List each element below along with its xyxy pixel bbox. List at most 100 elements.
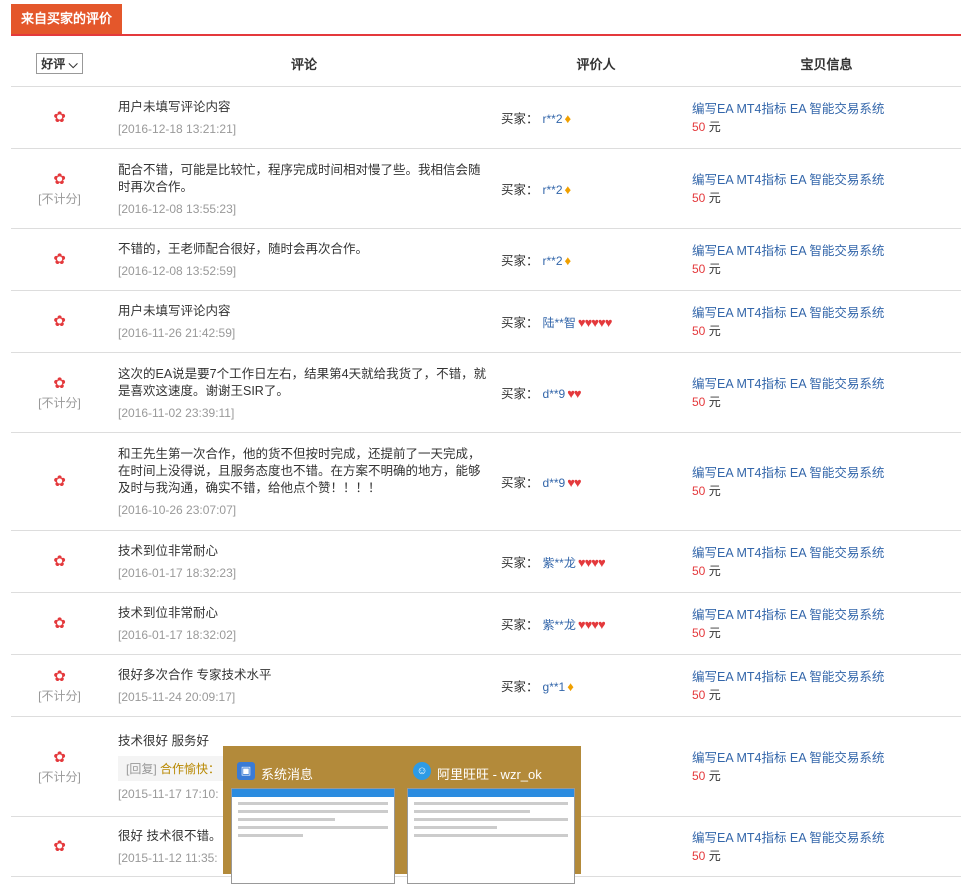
table-row: ✿ 用户未填写评论内容 [2016-11-26 21:42:59] 买家： 陆**智 ♥♥… xyxy=(11,290,961,353)
item-title-link[interactable]: 编写EA MT4指标 EA 智能交易系统 xyxy=(692,100,960,118)
item-title-link[interactable]: 编写EA MT4指标 EA 智能交易系统 xyxy=(692,606,960,624)
buyer-prefix: 买家： xyxy=(501,618,539,632)
item-title-link[interactable]: 编写EA MT4指标 EA 智能交易系统 xyxy=(692,464,960,482)
buyer-prefix: 买家： xyxy=(501,476,539,490)
comment-cell: 不错的，王老师配合很好，随时会再次合作。 [2016-12-08 13:52:59… xyxy=(108,228,500,291)
not-counted-label: [不计分] xyxy=(38,769,81,784)
item-cell: 编写EA MT4指标 EA 智能交易系统 50 元 xyxy=(692,148,961,229)
table-row: ✿ [不计分] 很好多次合作 专家技术水平 [2015-11-24 20:09:17]… xyxy=(11,654,961,717)
item-title-link[interactable]: 编写EA MT4指标 EA 智能交易系统 xyxy=(692,829,960,847)
table-row: ✿ 和王先生第一次合作，他的货不但按时完成，还提前了一天完成，在时间上没得说，且服… xyxy=(11,432,961,531)
buyer-name-link[interactable]: 陆**智 xyxy=(543,316,576,330)
rating-cell: ✿ [不计分] xyxy=(11,654,108,717)
not-counted-label: [不计分] xyxy=(38,688,81,703)
item-title-link[interactable]: 编写EA MT4指标 EA 智能交易系统 xyxy=(692,171,960,189)
item-title-link[interactable]: 编写EA MT4指标 EA 智能交易系统 xyxy=(692,544,960,562)
price-unit: 元 xyxy=(708,262,721,276)
not-counted-label: [不计分] xyxy=(38,191,81,206)
buyer-name-link[interactable]: 紫**龙 xyxy=(543,556,576,570)
item-title-link[interactable]: 编写EA MT4指标 EA 智能交易系统 xyxy=(692,375,960,393)
item-cell: 编写EA MT4指标 EA 智能交易系统 50 元 xyxy=(692,716,961,817)
item-price: 50 xyxy=(692,769,706,783)
buyer-name-link[interactable]: 紫**龙 xyxy=(543,618,576,632)
rating-cell: ✿ xyxy=(11,228,108,291)
item-price: 50 xyxy=(692,484,706,498)
item-cell: 编写EA MT4指标 EA 智能交易系统 50 元 xyxy=(692,352,961,433)
buyer-name-link[interactable]: g**1 xyxy=(543,680,566,694)
rating-filter-select[interactable]: 好评 ⌵ xyxy=(36,52,83,74)
diamond-rank-icon: ♦ xyxy=(567,679,574,694)
reviews-tab-bar: 来自买家的评价 xyxy=(11,0,961,36)
item-title-link[interactable]: 编写EA MT4指标 EA 智能交易系统 xyxy=(692,242,960,260)
rating-cell: ✿ xyxy=(11,86,108,149)
rating-cell: ✿ xyxy=(11,592,108,655)
buyer-name-link[interactable]: d**9 xyxy=(543,476,566,490)
comment-date: [2016-01-17 18:32:02] xyxy=(118,628,237,642)
diamond-rank-icon: ♦ xyxy=(564,182,572,197)
system-message-preview[interactable]: ▣ 系统消息 xyxy=(229,754,399,884)
reviewer-cell: 买家： r**2 ♦ xyxy=(500,228,692,291)
item-cell: 编写EA MT4指标 EA 智能交易系统 50 元 xyxy=(692,290,961,353)
item-price: 50 xyxy=(692,849,706,863)
rating-cell: ✿ xyxy=(11,290,108,353)
buyer-name-link[interactable]: r**2 xyxy=(543,183,563,197)
reviewer-cell: 买家： 陆**智 ♥♥♥♥♥ xyxy=(500,290,692,353)
item-title-link[interactable]: 编写EA MT4指标 EA 智能交易系统 xyxy=(692,668,960,686)
reviewer-cell: 买家： r**2 ♦ xyxy=(500,148,692,229)
comment-cell: 技术到位非常耐心 [2016-01-17 18:32:23] xyxy=(108,530,500,593)
rating-cell: ✿ [不计分] xyxy=(11,148,108,229)
comment-cell: 用户未填写评论内容 [2016-11-26 21:42:59] xyxy=(108,290,500,353)
price-unit: 元 xyxy=(708,688,721,702)
comment-text: 不错的，王老师配合很好，随时会再次合作。 xyxy=(118,242,369,256)
item-info-column-header: 宝贝信息 xyxy=(692,40,961,87)
buyer-prefix: 买家： xyxy=(501,112,539,126)
table-row: ✿ 不错的，王老师配合很好，随时会再次合作。 [2016-12-08 13:52:5… xyxy=(11,228,961,291)
item-cell: 编写EA MT4指标 EA 智能交易系统 50 元 xyxy=(692,86,961,149)
flower-icon: ✿ xyxy=(53,251,66,268)
buyer-name-link[interactable]: r**2 xyxy=(543,254,563,268)
table-row: ✿ [不计分] 这次的EA说是要7个工作日左右，结果第4天就给我货了，不错，就是喜欢… xyxy=(11,352,961,433)
heart-rank-icon: ♥♥♥♥ xyxy=(577,617,606,632)
taskbar-preview-popup[interactable]: ▣ 系统消息 ☺ 阿里旺旺 - wzr_ok xyxy=(223,746,581,884)
comment-cell: 配合不错，可能是比较忙，程序完成时间相对慢了些。我相信会随时再次合作。 [2016… xyxy=(108,148,500,229)
price-unit: 元 xyxy=(708,626,721,640)
aliwangwang-title: 阿里旺旺 - wzr_ok xyxy=(437,767,542,782)
reviewer-cell: 买家： d**9 ♥♥ xyxy=(500,352,692,433)
filter-column: 好评 ⌵ xyxy=(11,40,108,87)
reviewer-column-header: 评价人 xyxy=(500,40,692,87)
item-title-link[interactable]: 编写EA MT4指标 EA 智能交易系统 xyxy=(692,749,960,767)
tab-buyer-reviews[interactable]: 来自买家的评价 xyxy=(11,4,123,34)
price-unit: 元 xyxy=(708,395,721,409)
item-cell: 编写EA MT4指标 EA 智能交易系统 50 元 xyxy=(692,816,961,877)
item-title-link[interactable]: 编写EA MT4指标 EA 智能交易系统 xyxy=(692,304,960,322)
flower-icon: ✿ xyxy=(53,553,66,570)
buyer-name-link[interactable]: r**2 xyxy=(543,112,563,126)
table-row: ✿ 用户未填写评论内容 [2016-12-18 13:21:21] 买家： r**2 ♦ 编… xyxy=(11,86,961,149)
comment-text: 配合不错，可能是比较忙，程序完成时间相对慢了些。我相信会随时再次合作。 xyxy=(118,162,481,194)
system-message-title: 系统消息 xyxy=(261,767,314,782)
buyer-name-link[interactable]: d**9 xyxy=(543,387,566,401)
comment-date: [2016-01-17 18:32:23] xyxy=(118,566,237,580)
flower-icon: ✿ xyxy=(53,374,66,392)
reply-author: 合作愉快： xyxy=(160,761,221,776)
comment-date: [2016-12-08 13:52:59] xyxy=(118,264,237,278)
item-price: 50 xyxy=(692,120,706,134)
flower-icon: ✿ xyxy=(53,473,66,490)
table-row: ✿ [不计分] 配合不错，可能是比较忙，程序完成时间相对慢了些。我相信会随时再次合作… xyxy=(11,148,961,229)
flower-icon: ✿ xyxy=(53,748,66,766)
reviewer-cell: 买家： 紫**龙 ♥♥♥♥ xyxy=(500,592,692,655)
rating-cell: ✿ [不计分] xyxy=(11,352,108,433)
aliwangwang-thumbnail xyxy=(407,788,575,884)
item-price: 50 xyxy=(692,262,706,276)
comment-cell: 很好多次合作 专家技术水平 [2015-11-24 20:09:17] xyxy=(108,654,500,717)
item-cell: 编写EA MT4指标 EA 智能交易系统 50 元 xyxy=(692,228,961,291)
price-unit: 元 xyxy=(708,120,721,134)
comment-text: 技术到位非常耐心 xyxy=(118,606,219,620)
item-price: 50 xyxy=(692,688,706,702)
aliwangwang-preview[interactable]: ☺ 阿里旺旺 - wzr_ok xyxy=(405,754,579,884)
table-row: ✿ 技术到位非常耐心 [2016-01-17 18:32:23] 买家： 紫**龙 ♥♥♥… xyxy=(11,530,961,593)
rating-cell: ✿ xyxy=(11,816,108,877)
heart-rank-icon: ♥♥ xyxy=(567,386,581,401)
system-message-thumbnail xyxy=(231,788,395,884)
rating-filter-value: 好评 xyxy=(41,56,66,71)
